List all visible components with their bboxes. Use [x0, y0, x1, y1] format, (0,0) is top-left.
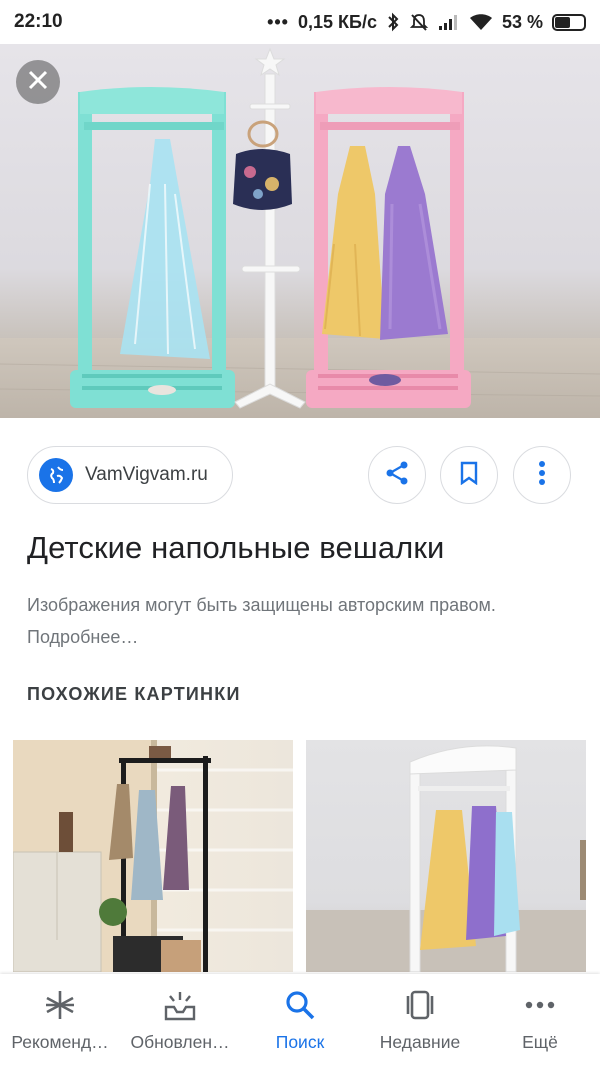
asterisk-icon [42, 988, 78, 1022]
share-button[interactable] [368, 446, 426, 504]
signal-icon [438, 13, 460, 31]
nav-updates[interactable]: Обновлен… [120, 974, 240, 1065]
battery-percent: 53 % [501, 11, 543, 32]
source-row: VamVigvam.ru [0, 444, 600, 508]
more-options-button[interactable] [513, 446, 571, 504]
copyright-notice[interactable]: Изображения могут быть защищены авторски… [27, 589, 567, 653]
source-label: VamVigvam.ru [85, 464, 208, 485]
similar-image-thumbnail[interactable] [306, 740, 586, 972]
close-icon [28, 70, 48, 95]
status-bar: 22:10 ••• 0,15 КБ/с 53 % [0, 0, 600, 44]
nav-label: Поиск [275, 1032, 325, 1052]
network-speed: 0,15 КБ/с [297, 11, 377, 32]
bluetooth-icon [386, 12, 400, 32]
bookmark-icon [458, 461, 480, 490]
nav-label: Недавние [379, 1032, 461, 1052]
search-icon [282, 988, 318, 1022]
more-horiz-icon [522, 988, 558, 1022]
recent-icon [402, 988, 438, 1022]
battery-icon [552, 13, 586, 31]
close-button[interactable] [16, 60, 60, 104]
bookmark-button[interactable] [440, 446, 498, 504]
share-icon [384, 460, 410, 491]
similar-image-thumbnail[interactable] [13, 740, 293, 972]
hero-image[interactable] [0, 44, 600, 418]
nav-label: Обновлен… [130, 1032, 230, 1052]
nav-more[interactable]: Ещё [480, 974, 600, 1065]
status-icons: ••• 0,15 КБ/с 53 % [267, 12, 586, 33]
hero-illustration [0, 47, 600, 409]
thumbnail-illustration [306, 745, 586, 972]
clock: 22:10 [14, 11, 63, 32]
silent-icon [409, 12, 429, 32]
nav-recommendations[interactable]: Рекоменд… [0, 974, 120, 1065]
image-title: Детские напольные вешалки [27, 530, 445, 565]
bottom-navigation: Рекоменд… Обновлен… Поиск Недавние Ещё [0, 974, 600, 1065]
nav-label: Рекоменд… [11, 1032, 109, 1052]
nav-label: Ещё [522, 1032, 558, 1052]
nav-search[interactable]: Поиск [240, 974, 360, 1065]
similar-images-heading: ПОХОЖИЕ КАРТИНКИ [27, 684, 241, 704]
thumbnail-illustration [13, 740, 293, 972]
nav-recent[interactable]: Недавние [360, 974, 480, 1065]
globe-icon [39, 458, 73, 492]
notification-dots: ••• [267, 11, 289, 32]
updates-icon [162, 988, 198, 1022]
more-vert-icon [538, 460, 546, 491]
wifi-icon [469, 13, 493, 31]
source-link[interactable]: VamVigvam.ru [27, 446, 233, 504]
